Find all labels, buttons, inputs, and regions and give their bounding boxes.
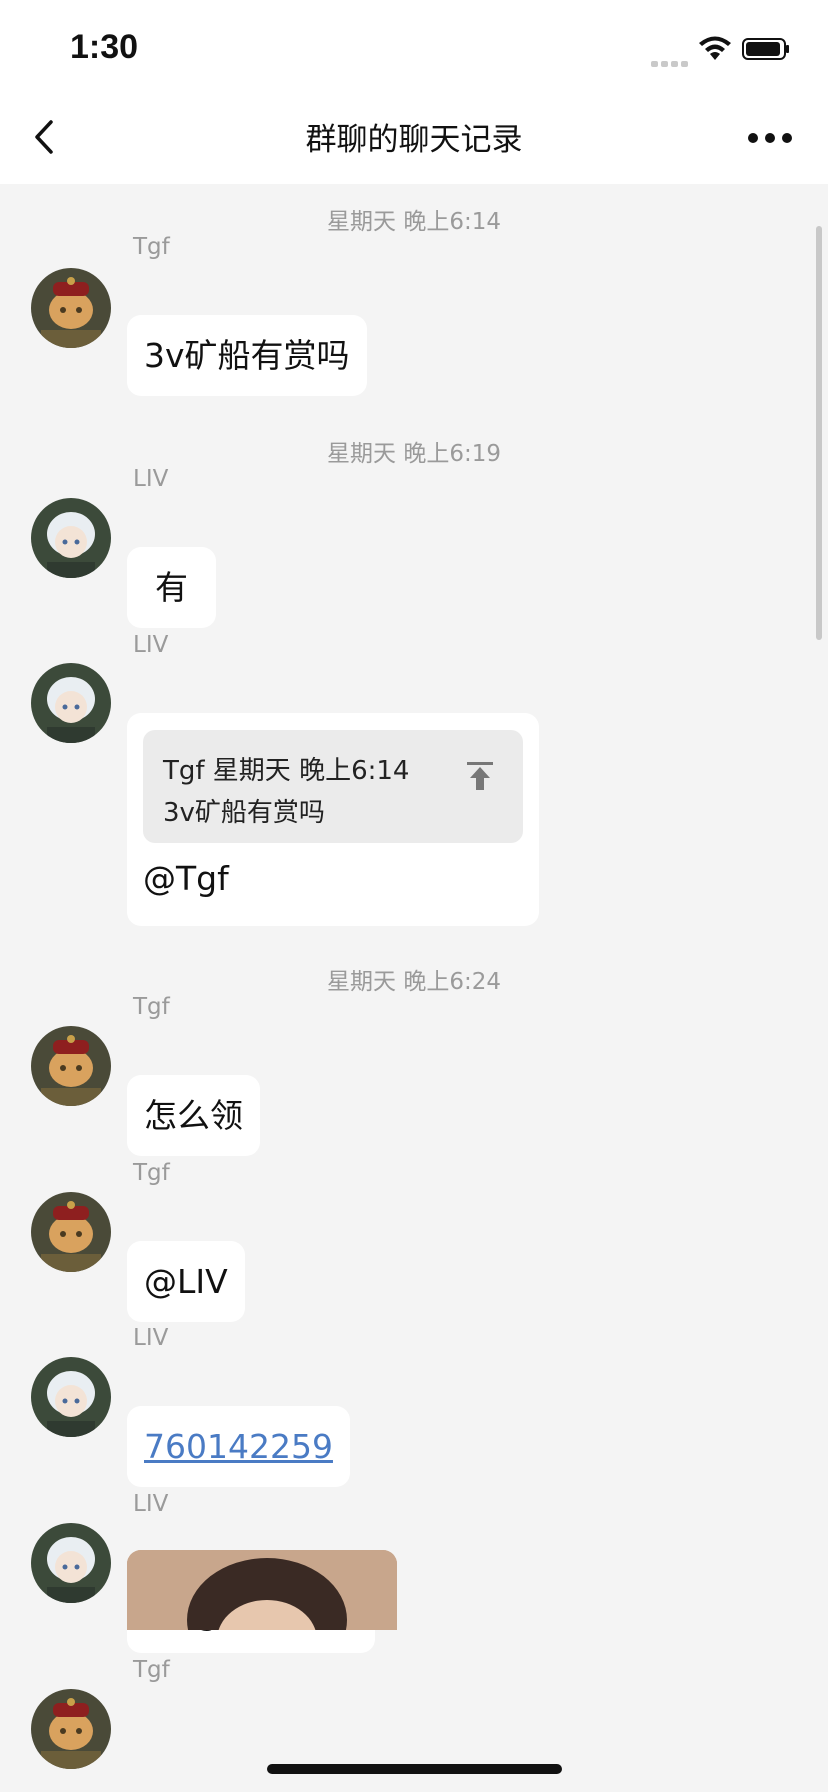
quoted-message[interactable]: Tgf 星期天 晚上6:14 3v矿船有赏吗 (143, 730, 523, 843)
avatar-tgf[interactable] (31, 1192, 111, 1272)
more-options-button[interactable] (742, 120, 798, 156)
avatar-tgf[interactable] (31, 1026, 111, 1106)
sender-name: LIV (133, 466, 169, 492)
battery-icon (742, 38, 789, 60)
status-bar: 1:30 (0, 0, 828, 92)
sender-name: Tgf (133, 1160, 170, 1186)
cellular-signal-icon (651, 52, 691, 71)
reply-text: @Tgf (143, 859, 229, 898)
quote-text: 3v矿船有赏吗 (163, 798, 325, 828)
sender-name: Tgf (133, 1657, 170, 1683)
avatar-tgf[interactable] (31, 1689, 111, 1769)
avatar-liv[interactable] (31, 1357, 111, 1437)
timestamp: 星期天 晚上6:19 (327, 441, 501, 467)
sender-name: LIV (133, 1491, 169, 1517)
chat-history-page: 1:30 群聊的聊天记录 星期天 晚上6:14 Tgf 3v矿船有赏吗 星期天 … (0, 0, 828, 1792)
chat-message-list[interactable]: 星期天 晚上6:14 Tgf 3v矿船有赏吗 星期天 晚上6:19 LIV 有 … (0, 184, 828, 1792)
quote-header: Tgf 星期天 晚上6:14 (163, 756, 410, 786)
message-bubble[interactable]: @LIV (127, 1241, 245, 1322)
message-bubble[interactable]: 有 (127, 547, 216, 628)
sender-name: LIV (133, 632, 169, 658)
page-title: 群聊的聊天记录 (305, 122, 523, 158)
navigation-bar: 群聊的聊天记录 (0, 92, 828, 184)
avatar-liv[interactable] (31, 498, 111, 578)
message-bubble[interactable]: 3v矿船有赏吗 (127, 315, 367, 396)
scroll-to-top-icon[interactable] (465, 760, 495, 792)
sender-name: Tgf (133, 994, 170, 1020)
timestamp: 星期天 晚上6:14 (327, 209, 501, 235)
avatar-tgf[interactable] (31, 268, 111, 348)
status-time: 1:30 (70, 28, 139, 66)
sender-name: Tgf (133, 234, 170, 260)
message-bubble[interactable]: 怎么领 (127, 1075, 260, 1156)
avatar-liv[interactable] (31, 1523, 111, 1603)
sender-name: LIV (133, 1325, 169, 1351)
image-message[interactable] (127, 1550, 397, 1630)
scrollbar[interactable] (816, 226, 822, 640)
link-message-bubble[interactable]: 760142259 (127, 1406, 350, 1487)
avatar-liv[interactable] (31, 663, 111, 743)
timestamp: 星期天 晚上6:24 (327, 969, 501, 995)
wifi-icon (699, 36, 731, 60)
home-indicator[interactable] (267, 1764, 562, 1774)
quoted-reply-bubble[interactable]: Tgf 星期天 晚上6:14 3v矿船有赏吗 @Tgf (127, 713, 539, 926)
